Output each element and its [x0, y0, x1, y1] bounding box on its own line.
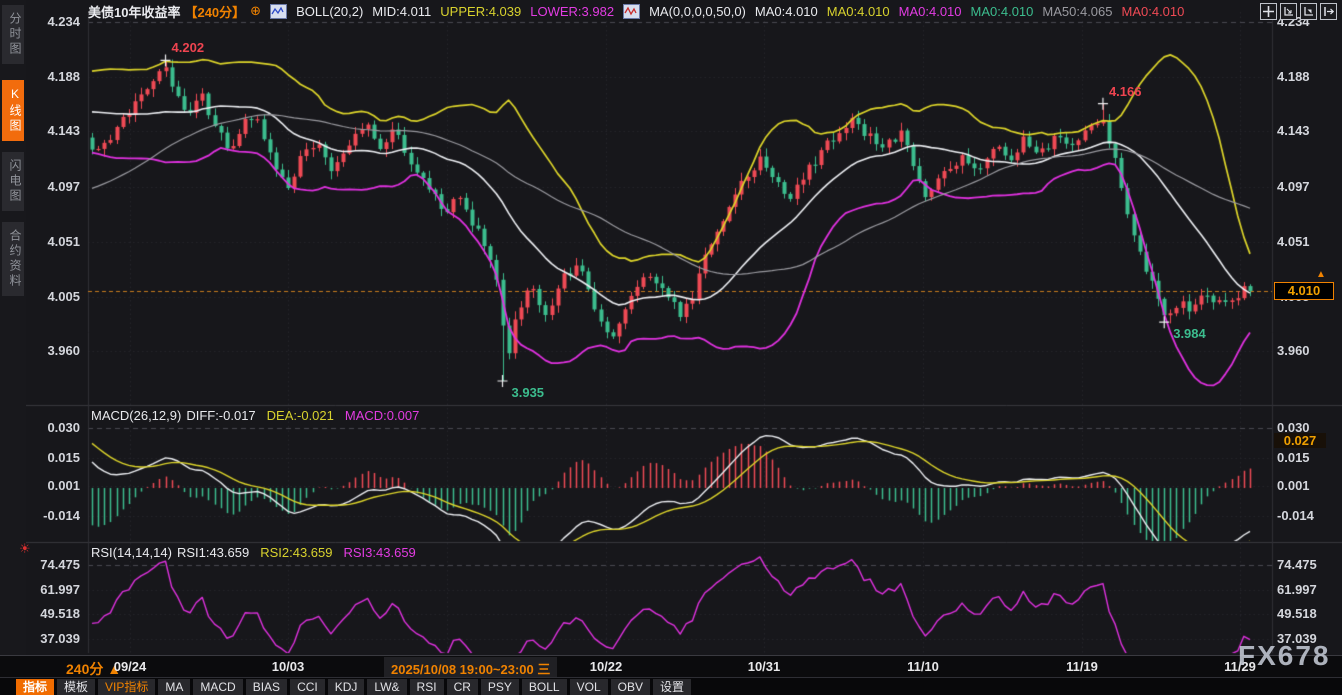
toolbar-lw-button[interactable]: LW& — [367, 679, 406, 695]
ma-value-3: MA0:4.010 — [899, 4, 962, 19]
macd-dea-value: DEA:-0.021 — [267, 408, 334, 423]
sidebar-item-lightning-chart[interactable]: 闪电图 — [2, 152, 24, 211]
boll-upper-value: UPPER:4.039 — [440, 4, 521, 19]
y-axis-label: 49.518 — [24, 606, 80, 621]
y-axis-label: 4.188 — [1277, 69, 1310, 84]
y-axis-label: 0.001 — [1277, 478, 1310, 493]
indicator-toolbar: 指标 模板 VIP指标 MA MACD BIAS CCI KDJ LW& RSI… — [0, 677, 1342, 695]
scale-axis-left-icon[interactable] — [1280, 3, 1297, 20]
zoom-toggle-icon[interactable]: ⊕ — [250, 3, 261, 19]
date-axis-label: 09/24 — [95, 659, 165, 674]
toolbar-kdj-button[interactable]: KDJ — [328, 679, 365, 695]
y-axis-label: 3.960 — [24, 343, 80, 358]
y-axis-label: 4.143 — [24, 123, 80, 138]
y-axis-label: 4.051 — [1277, 234, 1310, 249]
y-axis-label: 74.475 — [1277, 557, 1317, 572]
macd-value-tag: 0.027 — [1274, 433, 1326, 448]
y-axis-label: 0.001 — [24, 478, 80, 493]
y-axis-label: 61.997 — [1277, 582, 1317, 597]
toolbar-vol-button[interactable]: VOL — [570, 679, 608, 695]
y-axis-label: 49.518 — [1277, 606, 1317, 621]
rsi-legend: RSI(14,14,14) RSI1:43.659 RSI2:43.659 RS… — [91, 545, 416, 560]
toolbar-obv-button[interactable]: OBV — [611, 679, 650, 695]
boll-lower-value: LOWER:3.982 — [530, 4, 614, 19]
ma-label: MA(0,0,0,0,50,0) — [649, 4, 746, 19]
chart-controls — [1260, 3, 1337, 20]
y-axis-label: -0.014 — [1277, 508, 1314, 523]
indicator-settings-icon[interactable]: ☀ — [19, 541, 31, 557]
date-axis-label: 11/10 — [888, 659, 958, 674]
rsi-name: RSI(14,14,14) — [91, 545, 172, 560]
ma-value-6: MA0:4.010 — [1122, 4, 1185, 19]
toolbar-cci-button[interactable]: CCI — [290, 679, 325, 695]
y-axis-label: 4.188 — [24, 69, 80, 84]
y-axis-label: 61.997 — [24, 582, 80, 597]
sidebar-item-kline-chart[interactable]: K线图 — [2, 80, 24, 141]
symbol-title: 美债10年收益率 — [88, 2, 180, 21]
y-axis-label: 4.143 — [1277, 123, 1310, 138]
macd-diff-value: DIFF:-0.017 — [186, 408, 255, 423]
toolbar-cr-button[interactable]: CR — [447, 679, 478, 695]
toolbar-psy-button[interactable]: PSY — [481, 679, 519, 695]
move-crosshair-icon[interactable] — [1260, 3, 1277, 20]
date-axis-label: 10/22 — [571, 659, 641, 674]
price-marker-arrow: ▲ — [1316, 269, 1326, 280]
y-axis-label: 0.015 — [1277, 450, 1310, 465]
boll-label: BOLL(20,2) — [296, 4, 363, 19]
y-axis-label: 3.960 — [1277, 343, 1310, 358]
toolbar-indicator-button[interactable]: 指标 — [16, 679, 54, 695]
toolbar-ma-button[interactable]: MA — [158, 679, 190, 695]
toolbar-vip-indicator-button[interactable]: VIP指标 — [98, 679, 155, 695]
chart-header: 美债10年收益率 【240分】 ⊕ BOLL(20,2) MID:4.011 U… — [88, 2, 1184, 20]
date-axis-label: 11/19 — [1047, 659, 1117, 674]
y-axis-label: 0.030 — [24, 420, 80, 435]
toolbar-settings-button[interactable]: 设置 — [653, 679, 691, 695]
boll-mid-value: MID:4.011 — [372, 4, 431, 19]
y-axis-label: 74.475 — [24, 557, 80, 572]
sidebar-item-contract-info[interactable]: 合约资料 — [2, 222, 24, 296]
macd-bar-value: MACD:0.007 — [345, 408, 419, 423]
y-axis-label: 4.097 — [24, 179, 80, 194]
low-annotation-1: 3.935 — [512, 385, 545, 400]
chart-canvas[interactable] — [0, 0, 1342, 695]
period-badge: 【240分】 — [184, 2, 245, 21]
y-axis-label: 37.039 — [24, 631, 80, 646]
y-axis-label: 4.005 — [24, 289, 80, 304]
date-axis: 240分 ▲ 2025/10/08 19:00~23:00 三 09/2410/… — [0, 655, 1342, 677]
rsi2-value: RSI2:43.659 — [260, 545, 332, 560]
toolbar-template-button[interactable]: 模板 — [57, 679, 95, 695]
ma-value-1: MA0:4.010 — [755, 4, 818, 19]
ma50-value: MA50:4.065 — [1042, 4, 1112, 19]
ma-indicator-icon[interactable] — [623, 4, 640, 19]
toolbar-rsi-button[interactable]: RSI — [410, 679, 444, 695]
toolbar-boll-button[interactable]: BOLL — [522, 679, 567, 695]
last-price-tag: 4.010 — [1274, 282, 1334, 300]
y-axis-label: 4.234 — [24, 14, 80, 29]
toolbar-macd-button[interactable]: MACD — [193, 679, 242, 695]
high-annotation-1: 4.202 — [172, 40, 205, 55]
ma-value-4: MA0:4.010 — [971, 4, 1034, 19]
macd-name: MACD(26,12,9) — [91, 408, 181, 423]
macd-legend: MACD(26,12,9) DIFF:-0.017 DEA:-0.021 MAC… — [91, 408, 419, 423]
date-axis-label: 10/31 — [729, 659, 799, 674]
scale-axis-right-icon[interactable] — [1300, 3, 1317, 20]
fx678-watermark: FX678 — [1238, 640, 1331, 672]
go-to-latest-icon[interactable] — [1320, 3, 1337, 20]
low-annotation-2: 3.984 — [1173, 326, 1206, 341]
rsi1-value: RSI1:43.659 — [177, 545, 249, 560]
toolbar-bias-button[interactable]: BIAS — [246, 679, 287, 695]
high-annotation-2: 4.166 — [1109, 84, 1142, 99]
y-axis-label: 4.051 — [24, 234, 80, 249]
boll-indicator-icon[interactable] — [270, 4, 287, 19]
rsi3-value: RSI3:43.659 — [344, 545, 416, 560]
y-axis-label: 0.015 — [24, 450, 80, 465]
y-axis-label: 4.097 — [1277, 179, 1310, 194]
ma-value-2: MA0:4.010 — [827, 4, 890, 19]
sidebar-item-time-chart[interactable]: 分时图 — [2, 5, 24, 64]
y-axis-label: -0.014 — [24, 508, 80, 523]
trading-app: 分时图 K线图 闪电图 合约资料 .sidebar .stab{position… — [0, 0, 1342, 695]
date-axis-label: 10/03 — [253, 659, 323, 674]
